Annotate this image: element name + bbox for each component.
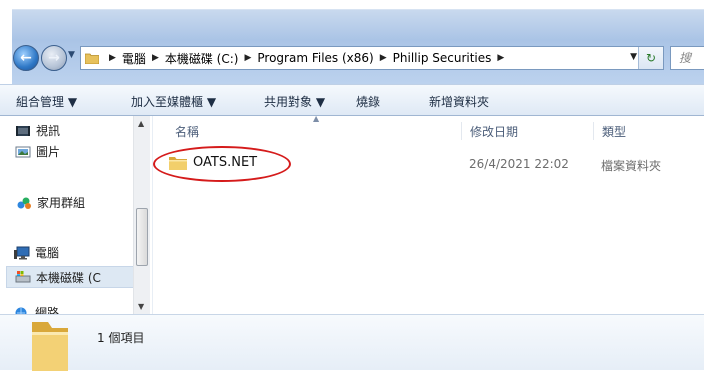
- table-row[interactable]: OATS.NET: [169, 154, 257, 170]
- breadcrumb-item-computer[interactable]: 電腦: [122, 50, 146, 67]
- video-icon: [15, 124, 31, 138]
- nav-item-label: 電腦: [35, 246, 60, 260]
- address-history-dropdown-icon[interactable]: ▼: [630, 52, 637, 62]
- folder-icon: [84, 52, 100, 65]
- refresh-icon: ↻: [645, 51, 657, 65]
- back-arrow-icon: ←: [20, 50, 32, 66]
- file-modified-date: 26/4/2021 22:02: [469, 157, 569, 171]
- breadcrumb-item-program-files[interactable]: Program Files (x86): [257, 51, 373, 65]
- nav-item-computer[interactable]: 電腦: [14, 244, 59, 261]
- breadcrumb-separator-icon[interactable]: ▶: [244, 53, 251, 63]
- folder-icon: [169, 154, 187, 170]
- top-edge: [0, 0, 704, 9]
- add-to-library-menu[interactable]: 加入至媒體櫃 ▼: [131, 93, 216, 110]
- scroll-down-icon[interactable]: ▼: [138, 302, 144, 311]
- scrollbar-thumb[interactable]: [136, 208, 148, 266]
- share-with-menu[interactable]: 共用對象 ▼: [264, 93, 325, 110]
- recent-pages-dropdown[interactable]: ▼: [68, 50, 78, 64]
- nav-item-label: 本機磁碟 (C: [36, 270, 101, 285]
- scroll-up-icon[interactable]: ▲: [138, 119, 144, 128]
- command-bar: 組合管理 ▼ 加入至媒體櫃 ▼ 共用對象 ▼ 燒錄 新增資料夾: [0, 84, 704, 116]
- pictures-icon: [15, 145, 31, 159]
- nav-item-local-disk[interactable]: 本機磁碟 (C: [6, 266, 134, 288]
- file-name[interactable]: OATS.NET: [193, 155, 257, 170]
- column-header-modified[interactable]: 修改日期: [470, 123, 518, 140]
- breadcrumb-separator-icon[interactable]: ▶: [497, 53, 504, 63]
- local-disk-icon: [15, 270, 31, 284]
- nav-item-label: 家用群組: [37, 196, 86, 210]
- address-bar[interactable]: ▶ 電腦 ▶ 本機磁碟 (C:) ▶ Program Files (x86) ▶…: [80, 46, 664, 70]
- left-edge: [0, 0, 12, 84]
- item-count: 1 個項目: [97, 331, 145, 345]
- file-type: 檔案資料夾: [601, 159, 662, 173]
- details-pane: 1 個項目: [0, 314, 704, 371]
- new-folder-button[interactable]: 新增資料夾: [429, 93, 489, 110]
- column-divider[interactable]: [461, 122, 462, 140]
- forward-arrow-icon: →: [48, 50, 60, 66]
- computer-icon: [14, 246, 30, 260]
- folder-icon: [30, 322, 70, 371]
- burn-button[interactable]: 燒錄: [356, 93, 380, 110]
- column-divider[interactable]: [593, 122, 594, 140]
- search-input[interactable]: 搜: [670, 46, 704, 70]
- nav-item-pictures[interactable]: 圖片: [15, 143, 60, 160]
- window-title-band: ← → ▼ ▶ 電腦 ▶ 本機磁碟 (C:) ▶ Program Files (…: [0, 0, 704, 84]
- nav-item-label: 圖片: [36, 145, 61, 159]
- breadcrumb-item-phillip-securities[interactable]: Phillip Securities: [393, 51, 492, 65]
- breadcrumb: ▶ 電腦 ▶ 本機磁碟 (C:) ▶ Program Files (x86) ▶…: [103, 50, 510, 67]
- file-list: 名稱 ▲ 修改日期 類型 OATS.NET 26/4/2021 22:02 檔案…: [152, 114, 704, 314]
- forward-button[interactable]: →: [41, 45, 67, 71]
- breadcrumb-separator-icon[interactable]: ▶: [152, 53, 159, 63]
- navigation-scrollbar[interactable]: ▲ ▼: [133, 116, 150, 314]
- column-header-name[interactable]: 名稱: [175, 123, 199, 140]
- column-header-type[interactable]: 類型: [602, 123, 626, 140]
- nav-item-homegroup[interactable]: 家用群組: [16, 194, 85, 211]
- breadcrumb-item-local-disk[interactable]: 本機磁碟 (C:): [165, 50, 239, 67]
- breadcrumb-separator-icon[interactable]: ▶: [109, 53, 116, 63]
- back-button[interactable]: ←: [13, 45, 39, 71]
- refresh-button[interactable]: ↻: [638, 47, 663, 69]
- organize-menu[interactable]: 組合管理 ▼: [16, 93, 77, 110]
- breadcrumb-separator-icon[interactable]: ▶: [380, 53, 387, 63]
- navigation-pane: 視訊 圖片 家用群組 電腦 本機磁碟 (C 網路: [0, 116, 152, 320]
- nav-item-video[interactable]: 視訊: [15, 122, 60, 139]
- sort-ascending-icon: ▲: [313, 114, 320, 123]
- homegroup-icon: [16, 196, 32, 210]
- nav-item-label: 視訊: [36, 124, 61, 138]
